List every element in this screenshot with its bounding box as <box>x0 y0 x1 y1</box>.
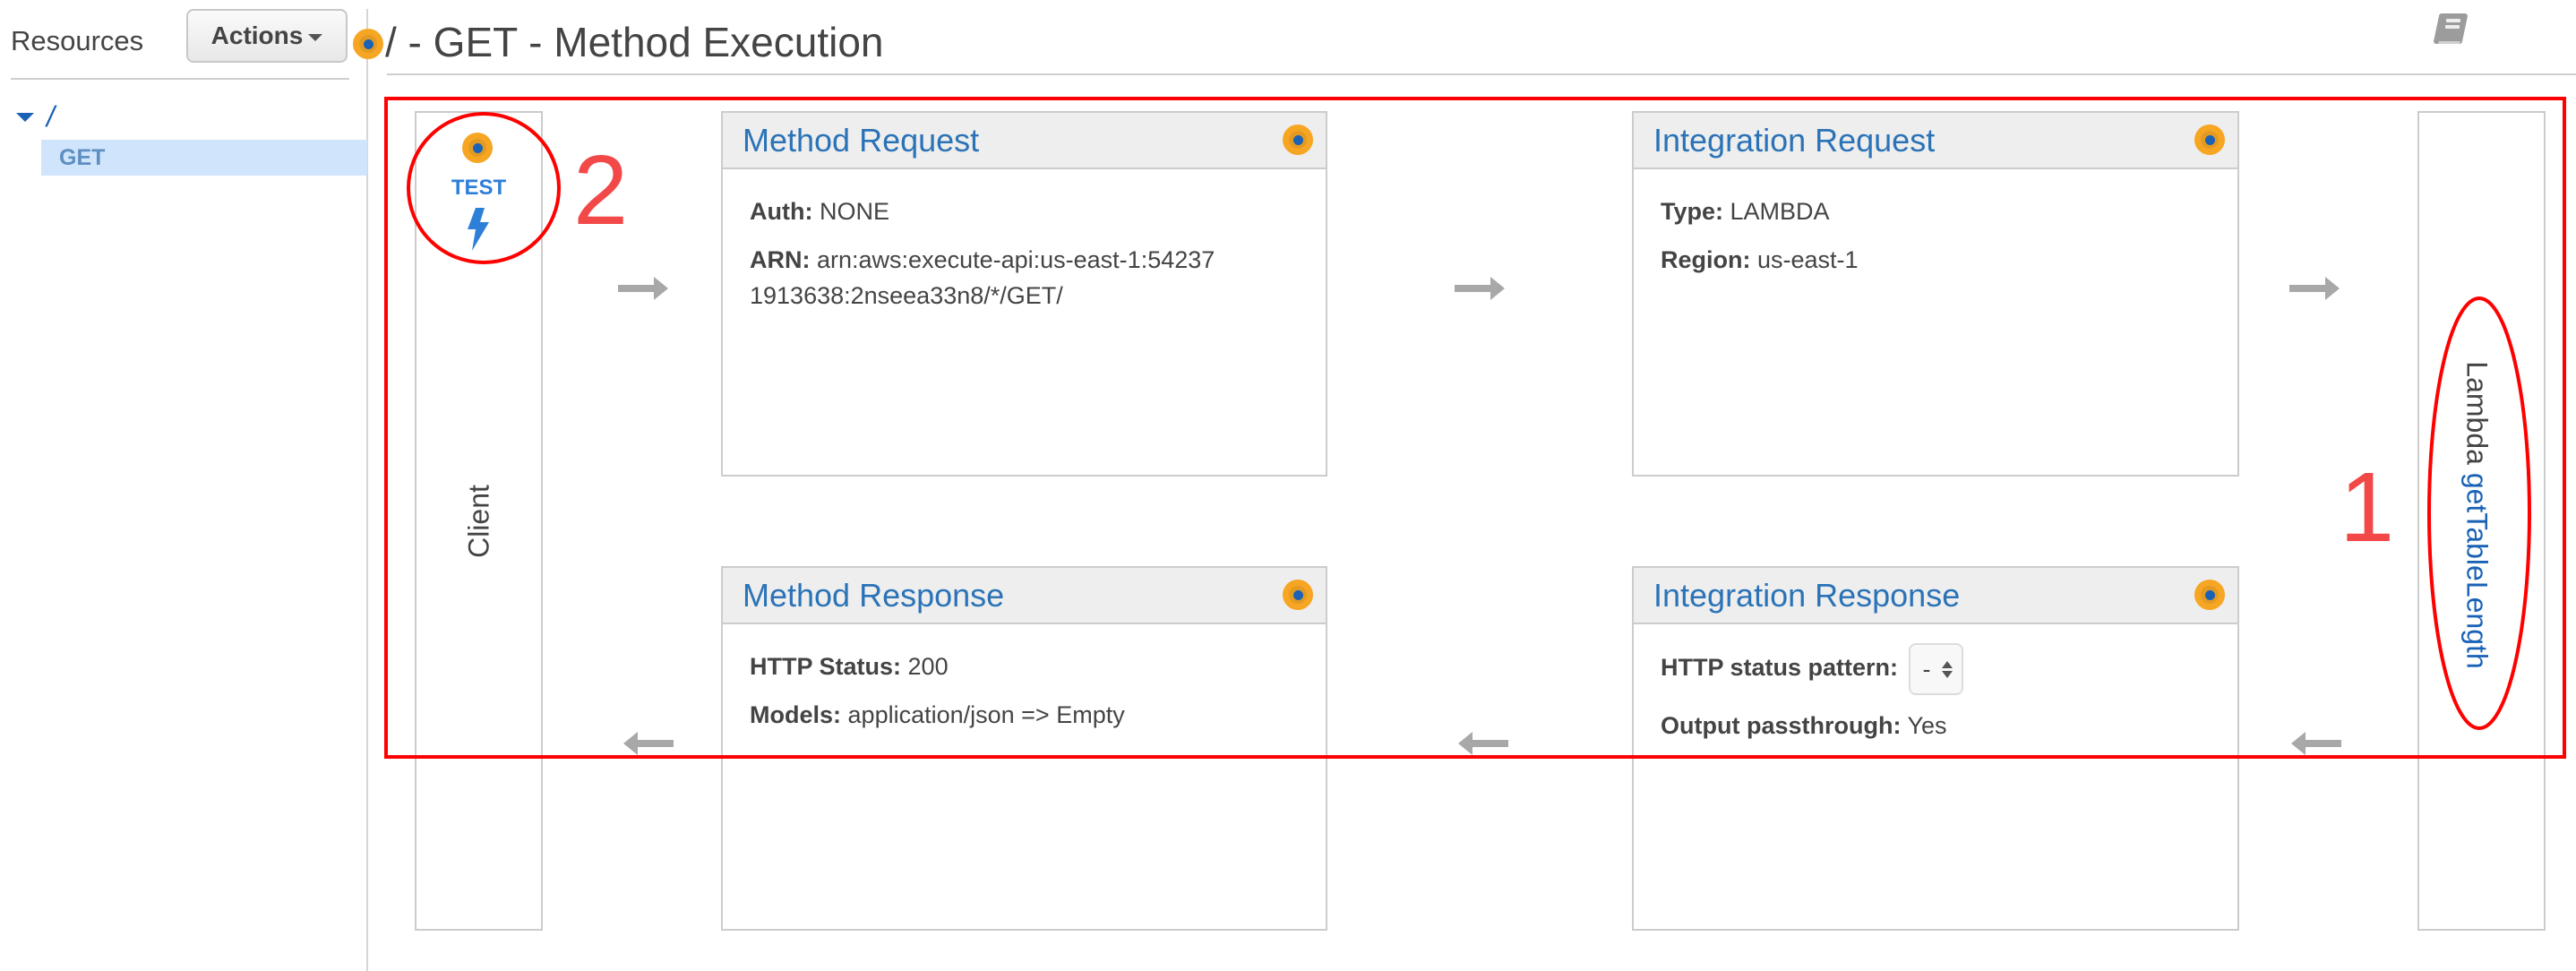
tree-expand-toggle-icon[interactable] <box>16 113 34 122</box>
annotation-marker-1: 1 <box>2340 452 2395 563</box>
tree-item-get[interactable]: GET <box>41 140 367 176</box>
resource-status-icon[interactable] <box>353 29 383 59</box>
book-icon[interactable] <box>2431 11 2470 47</box>
annotation-marker-2: 2 <box>573 135 629 245</box>
tree-item-root[interactable]: / <box>47 100 55 133</box>
page-title: / - GET - Method Execution <box>385 19 884 65</box>
caret-down-icon <box>308 34 323 41</box>
annotation-frame <box>384 97 2566 759</box>
actions-button[interactable]: Actions <box>186 9 348 63</box>
title-divider <box>387 73 2576 75</box>
actions-button-label: Actions <box>210 21 304 49</box>
tree-item-get-label: GET <box>59 145 106 170</box>
resources-heading: Resources <box>11 25 144 56</box>
sidebar-divider <box>11 78 349 80</box>
